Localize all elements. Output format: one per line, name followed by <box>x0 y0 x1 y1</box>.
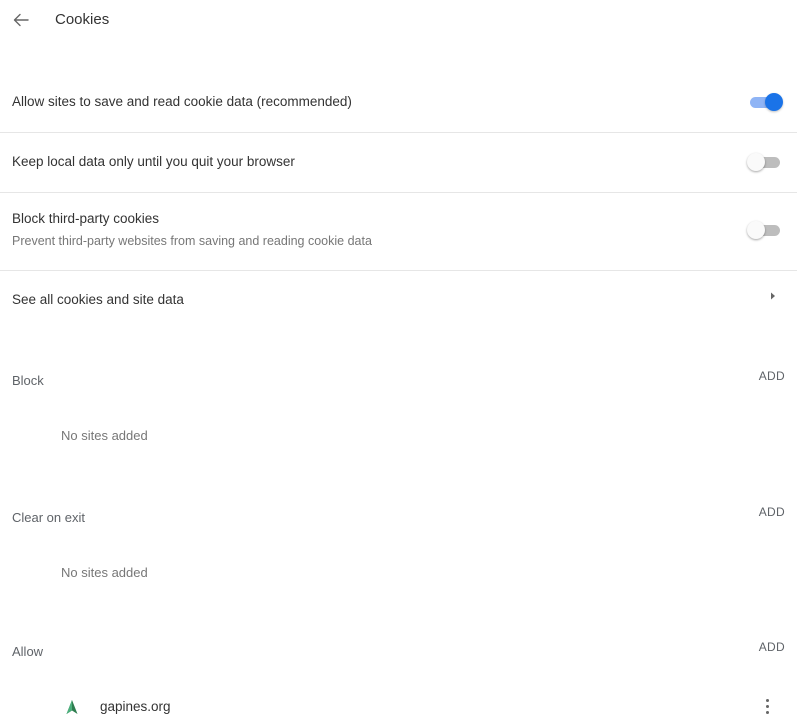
back-button[interactable] <box>8 9 34 31</box>
toggle-knob <box>747 153 765 171</box>
setting-sublabel-block-third-party: Prevent third-party websites from saving… <box>12 234 372 248</box>
section-title-clear-on-exit: Clear on exit <box>12 510 85 525</box>
toggle-knob <box>747 221 765 239</box>
toggle-allow-cookies[interactable] <box>747 92 783 112</box>
more-actions-button[interactable] <box>761 696 773 716</box>
section-title-allow: Allow <box>12 644 44 659</box>
setting-label-keep-local-data: Keep local data only until you quit your… <box>12 154 295 169</box>
toggle-knob <box>765 93 783 111</box>
toggle-block-third-party[interactable] <box>747 220 783 240</box>
cookies-settings-page: Cookies Allow sites to save and read coo… <box>0 0 797 719</box>
setting-row-keep-local-data[interactable]: Keep local data only until you quit your… <box>0 133 797 193</box>
add-clear-on-exit-site-button[interactable]: ADD <box>755 503 789 521</box>
setting-row-block-third-party[interactable]: Block third-party cookies Prevent third-… <box>0 193 797 271</box>
see-all-cookies-row[interactable]: See all cookies and site data <box>0 271 797 326</box>
setting-label-block-third-party: Block third-party cookies <box>12 211 160 226</box>
toggle-keep-local-data[interactable] <box>747 152 783 172</box>
add-block-site-button[interactable]: ADD <box>755 367 789 385</box>
add-allow-site-button[interactable]: ADD <box>755 638 789 656</box>
see-all-cookies-label: See all cookies and site data <box>12 292 184 307</box>
page-title: Cookies <box>55 11 110 28</box>
setting-label-allow-cookies: Allow sites to save and read cookie data… <box>12 94 352 109</box>
setting-row-allow-cookies[interactable]: Allow sites to save and read cookie data… <box>0 79 797 133</box>
clear-on-exit-empty-text: No sites added <box>61 565 148 580</box>
page-header: Cookies <box>0 0 797 42</box>
allowed-site-row[interactable]: gapines.org <box>0 694 797 719</box>
block-empty-text: No sites added <box>61 428 148 443</box>
more-vert-icon-dot <box>765 704 769 708</box>
allowed-site-name: gapines.org <box>100 699 171 714</box>
chevron-right-icon <box>771 292 775 300</box>
more-vert-icon-dot <box>765 710 769 714</box>
section-title-block: Block <box>12 373 44 388</box>
arrow-back-icon <box>13 13 29 27</box>
more-vert-icon <box>765 698 769 702</box>
site-favicon-icon <box>66 700 78 714</box>
